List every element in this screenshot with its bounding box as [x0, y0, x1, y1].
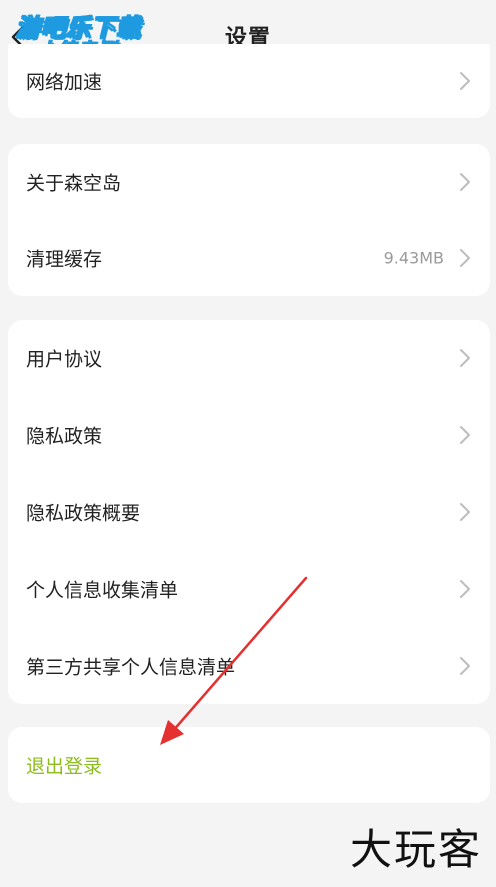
- chevron-right-icon: [460, 503, 470, 521]
- settings-item-personal-info-list[interactable]: 个人信息收集清单: [8, 551, 490, 627]
- settings-item-label: 清理缓存: [26, 248, 103, 271]
- settings-group-legal: 用户协议 隐私政策 隐私政策概要 个人信息收集清单 第三方共享个人信息清单: [8, 320, 490, 704]
- settings-item-label: 个人信息收集清单: [26, 579, 179, 602]
- chevron-right-icon: [460, 426, 470, 444]
- logout-button[interactable]: 退出登录: [8, 727, 490, 803]
- settings-item-label: 隐私政策: [26, 425, 103, 448]
- settings-item-label: 隐私政策概要: [26, 502, 141, 525]
- settings-item-label: 网络加速: [26, 71, 103, 94]
- settings-item-third-party-sharing[interactable]: 第三方共享个人信息清单: [8, 628, 490, 704]
- logout-card: 退出登录: [8, 727, 490, 803]
- settings-item-label: 关于森空岛: [26, 172, 122, 195]
- settings-item-privacy-policy[interactable]: 隐私政策: [8, 397, 490, 473]
- settings-item-clear-cache[interactable]: 清理缓存 9.43MB: [8, 220, 490, 296]
- chevron-right-icon: [460, 173, 470, 191]
- settings-item-privacy-summary[interactable]: 隐私政策概要: [8, 474, 490, 550]
- chevron-right-icon: [460, 72, 470, 90]
- settings-item-user-agreement[interactable]: 用户协议: [8, 320, 490, 396]
- chevron-right-icon: [460, 657, 470, 675]
- chevron-right-icon: [460, 580, 470, 598]
- settings-item-about[interactable]: 关于森空岛: [8, 144, 490, 220]
- settings-item-label: 第三方共享个人信息清单: [26, 656, 236, 679]
- logout-label: 退出登录: [26, 755, 103, 778]
- brand-watermark: 大玩客: [349, 825, 482, 874]
- cache-size-value: 9.43MB: [383, 248, 444, 268]
- chevron-right-icon: [460, 249, 470, 267]
- settings-group-network: 网络加速: [8, 44, 490, 118]
- settings-item-label: 用户协议: [26, 348, 103, 371]
- chevron-right-icon: [460, 349, 470, 367]
- settings-group-app: 关于森空岛 清理缓存 9.43MB: [8, 144, 490, 296]
- settings-item-network-acceleration[interactable]: 网络加速: [8, 44, 490, 118]
